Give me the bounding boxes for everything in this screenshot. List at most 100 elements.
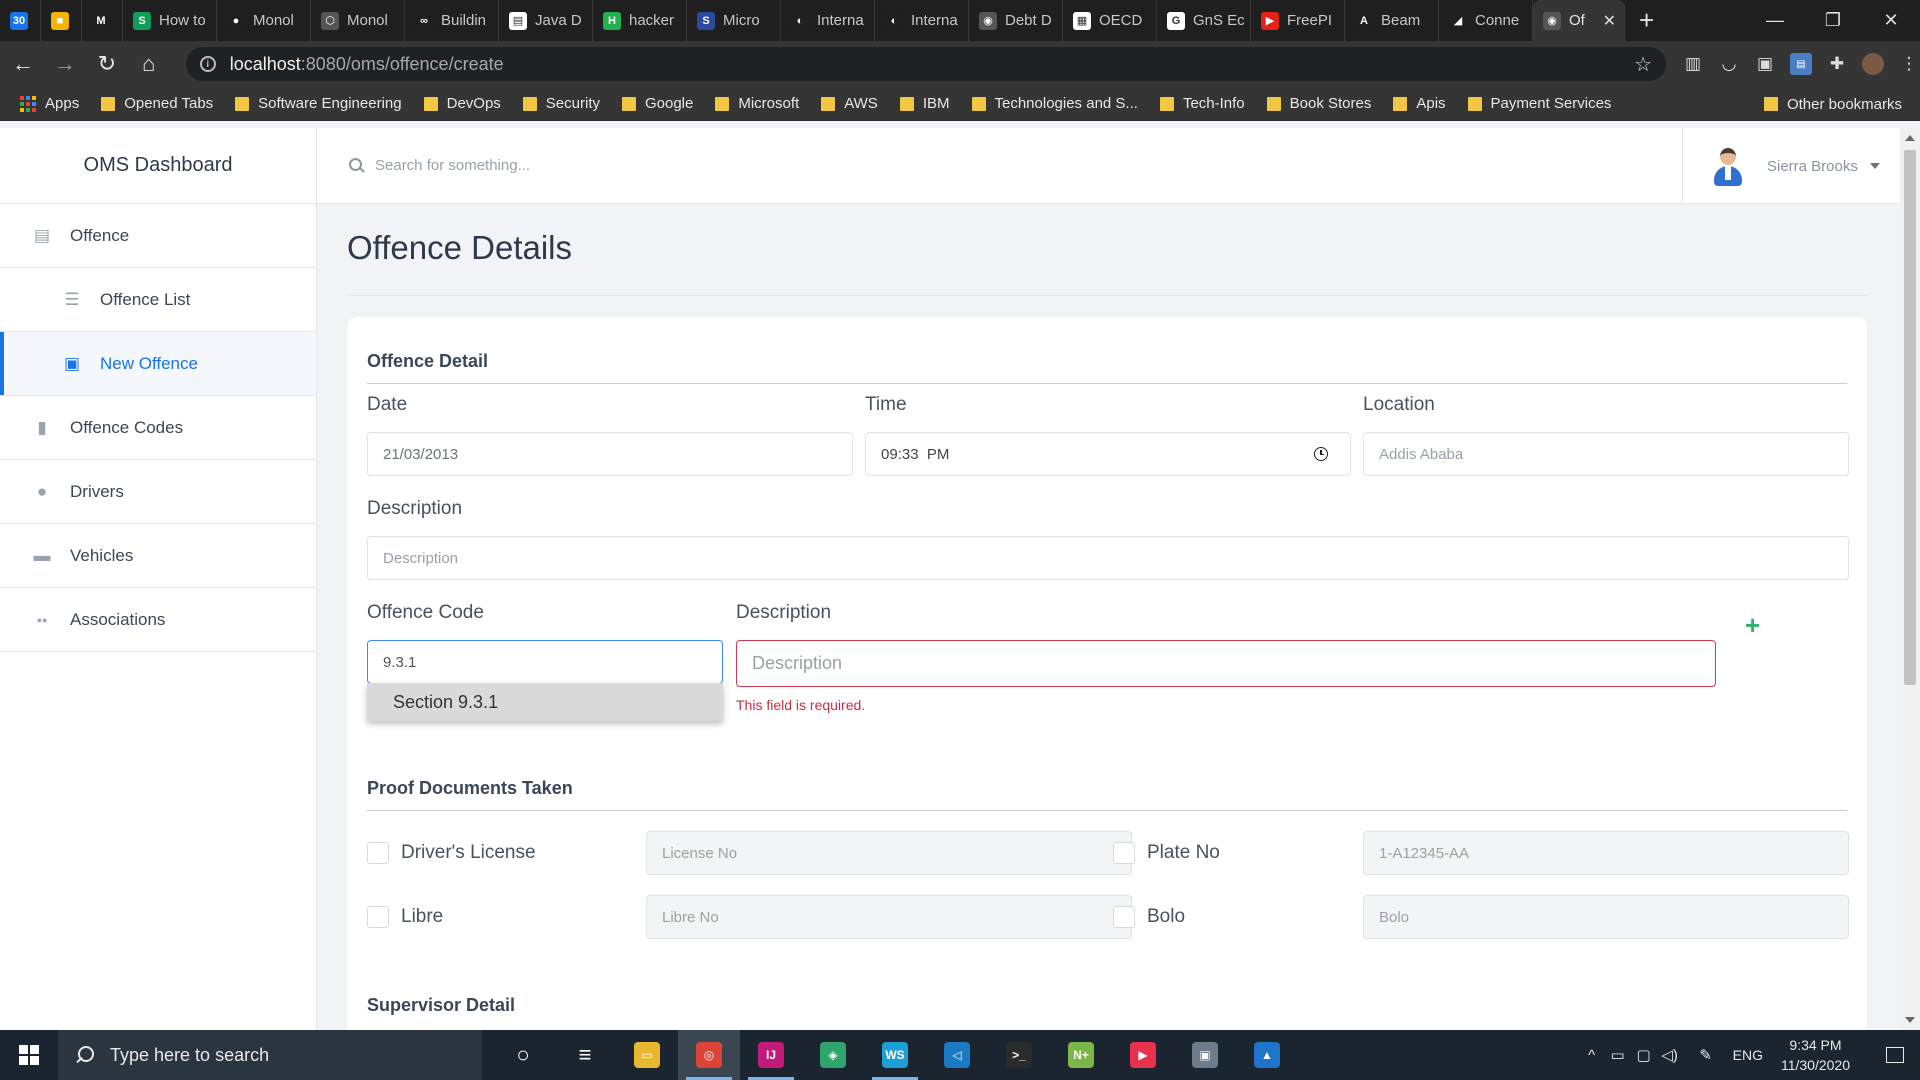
browser-tab[interactable]: ■: [41, 0, 82, 41]
bookmark-folder[interactable]: Apis: [1393, 95, 1446, 112]
active-tab[interactable]: ◉ Of ✕: [1533, 0, 1625, 41]
bookmark-folder[interactable]: Payment Services: [1467, 95, 1611, 112]
extension-square-icon[interactable]: ▣: [1754, 53, 1776, 75]
browser-tab[interactable]: ▦ OECD: [1063, 0, 1157, 41]
reload-icon[interactable]: ↻: [88, 44, 126, 84]
media-player-icon[interactable]: ▶: [1112, 1030, 1174, 1080]
sidebar-item-drivers[interactable]: ● Drivers: [0, 460, 316, 524]
timeline-icon[interactable]: ≡: [554, 1030, 616, 1080]
webstorm-icon[interactable]: WS: [864, 1030, 926, 1080]
maximize-icon[interactable]: ❐: [1804, 0, 1862, 41]
site-info-icon[interactable]: i: [199, 56, 216, 72]
sidebar-item-vehicles[interactable]: ▬ Vehicles: [0, 524, 316, 588]
browser-tab[interactable]: S How to: [123, 0, 217, 41]
scroll-down-icon[interactable]: [1905, 1017, 1915, 1023]
sidebar-item-offence-list[interactable]: ☰ Offence List: [0, 268, 316, 332]
bookmark-folder[interactable]: Security: [522, 95, 600, 112]
close-window-icon[interactable]: ✕: [1862, 0, 1920, 41]
sidebar-item-offence[interactable]: ▤ Offence: [0, 204, 316, 268]
bookmark-folder[interactable]: Book Stores: [1266, 95, 1371, 112]
minimize-icon[interactable]: —: [1746, 0, 1804, 41]
browser-tab[interactable]: ◉ Debt D: [969, 0, 1063, 41]
browser-tab[interactable]: ● Monol: [217, 0, 311, 41]
home-icon[interactable]: ⌂: [130, 44, 168, 84]
user-menu[interactable]: Sierra Brooks: [1682, 128, 1900, 204]
chevron-up-icon[interactable]: ^: [1579, 1047, 1605, 1064]
browser-tab[interactable]: ⬡ Monol: [311, 0, 405, 41]
address-bar[interactable]: i localhost:8080/oms/offence/create ☆: [185, 47, 1666, 81]
other-bookmarks-folder[interactable]: Other bookmarks: [1763, 87, 1902, 121]
volume-icon[interactable]: ◁): [1657, 1046, 1683, 1064]
bookmark-folder[interactable]: AWS: [821, 95, 878, 112]
offence-code-suggestion[interactable]: Section 9.3.1: [367, 683, 723, 721]
libre-no-input[interactable]: [646, 895, 1132, 939]
chrome-icon[interactable]: ◎: [678, 1030, 740, 1080]
bookmark-folder[interactable]: Google: [621, 95, 693, 112]
code-description-input[interactable]: [736, 640, 1716, 687]
sidebar-item-associations[interactable]: ●● Associations: [0, 588, 316, 652]
url-text[interactable]: localhost:8080/oms/offence/create: [230, 54, 504, 75]
reading-list-icon[interactable]: ▥: [1682, 53, 1704, 75]
browser-tab[interactable]: 30: [0, 0, 41, 41]
task-view-icon[interactable]: ○: [492, 1030, 554, 1080]
bookmark-star-icon[interactable]: ☆: [1634, 52, 1652, 77]
bookmark-folder[interactable]: Technologies and S...: [971, 95, 1138, 112]
search-input[interactable]: [375, 157, 975, 174]
browser-menu-icon[interactable]: ⋮: [1898, 53, 1920, 75]
pen-icon[interactable]: ✎: [1693, 1046, 1719, 1064]
profile-avatar-icon[interactable]: [1862, 53, 1884, 75]
libre-checkbox[interactable]: [367, 906, 389, 928]
offence-code-input[interactable]: [367, 640, 723, 684]
browser-tab[interactable]: ◐ Interna: [875, 0, 969, 41]
pocket-icon[interactable]: ◡: [1718, 53, 1740, 75]
sidebar-item-new-offence[interactable]: ▣ New Offence: [0, 332, 316, 396]
remote-desktop-icon[interactable]: ▣: [1174, 1030, 1236, 1080]
vscode-icon[interactable]: ◁: [926, 1030, 988, 1080]
browser-tab[interactable]: M: [82, 0, 123, 41]
browser-tab[interactable]: G GnS Ec: [1157, 0, 1251, 41]
close-tab-icon[interactable]: ✕: [1603, 11, 1616, 31]
bookmark-folder[interactable]: Software Engineering: [235, 95, 402, 112]
bookmark-folder[interactable]: Opened Tabs: [101, 95, 213, 112]
clock-icon[interactable]: [1314, 447, 1328, 461]
network-icon[interactable]: ▢: [1631, 1046, 1657, 1064]
photos-icon[interactable]: ▲: [1236, 1030, 1298, 1080]
browser-tab[interactable]: ▶ FreePI: [1251, 0, 1345, 41]
plate-no-checkbox[interactable]: [1113, 842, 1135, 864]
add-offence-code-icon[interactable]: +: [1745, 612, 1760, 638]
battery-icon[interactable]: ▭: [1605, 1046, 1631, 1064]
bookmark-folder[interactable]: DevOps: [423, 95, 501, 112]
bolo-checkbox[interactable]: [1113, 906, 1135, 928]
maps-icon[interactable]: ◈: [802, 1030, 864, 1080]
date-input[interactable]: [367, 432, 853, 476]
browser-tab[interactable]: Hhacker: [593, 0, 687, 41]
scroll-up-icon[interactable]: [1905, 135, 1915, 141]
intellij-icon[interactable]: IJ: [740, 1030, 802, 1080]
browser-tab[interactable]: ◢ Conne: [1439, 0, 1533, 41]
new-tab-button[interactable]: +: [1625, 5, 1668, 36]
forward-arrow-icon[interactable]: →: [46, 44, 84, 84]
description-input[interactable]: [367, 536, 1849, 580]
browser-tab[interactable]: S Micro: [687, 0, 781, 41]
time-input[interactable]: [865, 432, 1351, 476]
scroll-thumb[interactable]: [1904, 150, 1916, 685]
license-no-input[interactable]: [646, 831, 1132, 875]
location-input[interactable]: [1363, 432, 1849, 476]
notification-center-icon[interactable]: [1870, 1047, 1920, 1063]
browser-tab[interactable]: ▤ Java D: [499, 0, 593, 41]
back-arrow-icon[interactable]: ←: [4, 44, 42, 84]
browser-tab[interactable]: ∞ Buildin: [405, 0, 499, 41]
language-indicator[interactable]: ENG: [1733, 1047, 1763, 1063]
bookmark-folder[interactable]: Tech-Info: [1159, 95, 1245, 112]
browser-tab[interactable]: ◐ Interna: [781, 0, 875, 41]
puzzle-extensions-icon[interactable]: ✚: [1826, 53, 1848, 75]
plate-no-input[interactable]: [1363, 831, 1849, 875]
sidebar-item-offence-codes[interactable]: ▮ Offence Codes: [0, 396, 316, 460]
extension-badge-icon[interactable]: ▤: [1790, 53, 1812, 75]
drivers-license-checkbox[interactable]: [367, 842, 389, 864]
bookmark-folder[interactable]: Microsoft: [715, 95, 799, 112]
browser-tab[interactable]: A Beam: [1345, 0, 1439, 41]
bookmark-folder[interactable]: IBM: [899, 95, 950, 112]
taskbar-clock[interactable]: 9:34 PM 11/30/2020: [1781, 1035, 1850, 1075]
page-scrollbar[interactable]: [1900, 128, 1920, 1030]
